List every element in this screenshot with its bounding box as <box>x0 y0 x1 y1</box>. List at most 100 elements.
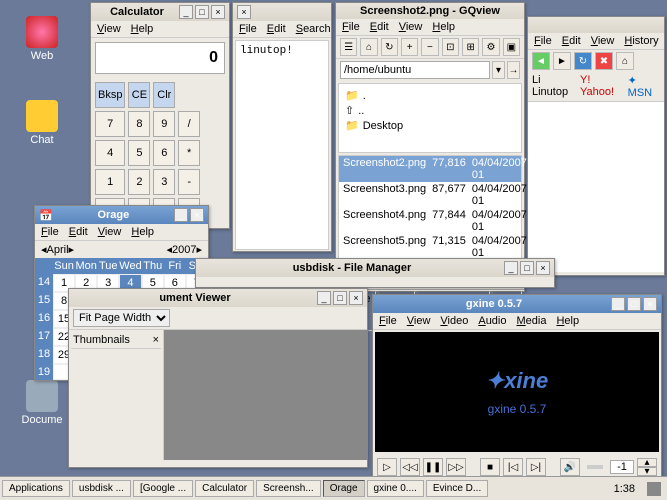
calc-button-5[interactable]: 5 <box>128 140 150 166</box>
gxine-titlebar[interactable]: gxine 0.5.7 _ □ × <box>373 295 661 313</box>
calc-button-/[interactable]: / <box>178 111 200 137</box>
task-google[interactable]: [Google ... <box>133 480 193 497</box>
menu-file[interactable]: File <box>41 226 59 238</box>
close-button[interactable]: × <box>643 297 657 311</box>
menu-edit[interactable]: Edit <box>370 21 389 33</box>
calc-button-*[interactable]: * <box>178 140 200 166</box>
menu-view[interactable]: View <box>97 23 121 35</box>
menu-help[interactable]: Help <box>556 315 579 327</box>
menu-file[interactable]: File <box>534 35 552 47</box>
close-button[interactable]: × <box>190 208 204 222</box>
back-icon[interactable]: ◄ <box>532 52 550 70</box>
minimize-button[interactable]: _ <box>174 208 188 222</box>
menu-file[interactable]: File <box>342 21 360 33</box>
menu-edit[interactable]: Edit <box>562 35 581 47</box>
menu-edit[interactable]: Edit <box>267 23 286 35</box>
zoom-100-icon[interactable]: ⊞ <box>462 38 479 56</box>
task-screenshot[interactable]: Screensh... <box>256 480 321 497</box>
menu-help[interactable]: Help <box>131 226 154 238</box>
menu-media[interactable]: Media <box>516 315 546 327</box>
close-button[interactable]: × <box>349 291 363 305</box>
desktop-icon-web[interactable]: Web <box>18 16 66 62</box>
config-icon[interactable]: ⚙ <box>482 38 499 56</box>
menu-help[interactable]: Help <box>432 21 455 33</box>
menu-file[interactable]: File <box>239 23 257 35</box>
maximize-button[interactable]: □ <box>195 5 209 19</box>
stop-icon[interactable]: ✖ <box>595 52 613 70</box>
minimize-button[interactable]: _ <box>611 297 625 311</box>
desktop-icon-chat[interactable]: Chat <box>18 100 66 146</box>
desktop-icon-documents[interactable]: Docume <box>18 380 66 426</box>
minimize-button[interactable]: _ <box>179 5 193 19</box>
path-input[interactable] <box>340 61 490 79</box>
minimize-button[interactable]: _ <box>317 291 331 305</box>
calc-button-9[interactable]: 9 <box>153 111 175 137</box>
task-orage[interactable]: Orage <box>323 480 365 497</box>
bookmark-msn[interactable]: ✦ MSN <box>628 74 660 99</box>
play-button[interactable]: ▷ <box>377 458 397 476</box>
menu-view[interactable]: View <box>399 21 423 33</box>
calc-button--[interactable]: - <box>178 169 200 195</box>
menu-search[interactable]: Search <box>296 23 331 35</box>
calc-button-7[interactable]: 7 <box>95 111 125 137</box>
minimize-button[interactable]: _ <box>504 261 518 275</box>
maximize-button[interactable]: □ <box>333 291 347 305</box>
close-button[interactable]: × <box>536 261 550 275</box>
calc-button-clr[interactable]: Clr <box>153 82 175 108</box>
close-sidebar-icon[interactable]: × <box>153 334 159 346</box>
bookmark-linutop[interactable]: Li Linutop <box>532 74 574 99</box>
home-icon[interactable]: ⌂ <box>360 38 377 56</box>
next-month-button[interactable]: ▸ <box>69 243 75 256</box>
maximize-button[interactable]: □ <box>520 261 534 275</box>
editor-textarea[interactable]: linutop! <box>235 40 329 250</box>
calc-button-2[interactable]: 2 <box>128 169 150 195</box>
menu-history[interactable]: History <box>624 35 658 47</box>
home-icon[interactable]: ⌂ <box>616 52 634 70</box>
list-icon[interactable]: ☰ <box>340 38 357 56</box>
path-go-button[interactable]: → <box>507 61 520 79</box>
task-evince[interactable]: Evince D... <box>426 480 488 497</box>
calc-button-1[interactable]: 1 <box>95 169 125 195</box>
menu-view[interactable]: View <box>591 35 615 47</box>
menu-view[interactable]: View <box>407 315 431 327</box>
calc-button-8[interactable]: 8 <box>128 111 150 137</box>
calc-button-ce[interactable]: CE <box>128 82 150 108</box>
zoom-out-icon[interactable]: − <box>421 38 438 56</box>
prev-button[interactable]: |◁ <box>503 458 523 476</box>
speed-input[interactable] <box>610 460 634 474</box>
close-button[interactable]: × <box>237 5 251 19</box>
task-usbdisk[interactable]: usbdisk ... <box>72 480 131 497</box>
orage-titlebar[interactable]: 📅 Orage _ × <box>35 206 208 224</box>
gqview-folder-tree[interactable]: 📁. ⇧.. 📁Desktop <box>338 83 522 153</box>
menu-file[interactable]: File <box>379 315 397 327</box>
menu-audio[interactable]: Audio <box>478 315 506 327</box>
speed-down-button[interactable]: ▾ <box>637 467 657 476</box>
file-row[interactable]: Screenshot5.png71,31504/04/2007 01 <box>339 234 521 260</box>
applications-menu[interactable]: Applications <box>2 480 70 497</box>
rewind-button[interactable]: ◁◁ <box>400 458 420 476</box>
evince-titlebar[interactable]: ument Viewer _ □ × <box>69 289 367 307</box>
calculator-titlebar[interactable]: Calculator _ □ × <box>91 3 229 21</box>
bookmark-yahoo[interactable]: Y! Yahoo! <box>580 74 622 99</box>
task-gxine[interactable]: gxine 0.... <box>367 480 424 497</box>
editor-titlebar[interactable]: × <box>233 3 331 21</box>
next-year-button[interactable]: ▸ <box>196 243 202 256</box>
tray-icon[interactable] <box>647 482 661 496</box>
zoom-in-icon[interactable]: + <box>401 38 418 56</box>
zoom-fit-icon[interactable]: ⊡ <box>442 38 459 56</box>
calc-button-6[interactable]: 6 <box>153 140 175 166</box>
file-row[interactable]: Screenshot3.png87,67704/04/2007 01 <box>339 182 521 208</box>
float-icon[interactable]: ▣ <box>503 38 520 56</box>
volume-icon[interactable]: 🔊 <box>560 458 580 476</box>
calc-button-bksp[interactable]: Bksp <box>95 82 125 108</box>
menu-help[interactable]: Help <box>131 23 154 35</box>
browser-titlebar[interactable] <box>528 17 664 33</box>
close-button[interactable]: × <box>211 5 225 19</box>
next-button[interactable]: ▷| <box>526 458 546 476</box>
calc-button-4[interactable]: 4 <box>95 140 125 166</box>
filemanager-titlebar[interactable]: usbdisk - File Manager _ □ × <box>196 259 554 277</box>
forward-icon[interactable]: ► <box>553 52 571 70</box>
pause-button[interactable]: ❚❚ <box>423 458 443 476</box>
file-row[interactable]: Screenshot2.png77,81604/04/2007 01 <box>339 156 521 182</box>
calc-button-3[interactable]: 3 <box>153 169 175 195</box>
